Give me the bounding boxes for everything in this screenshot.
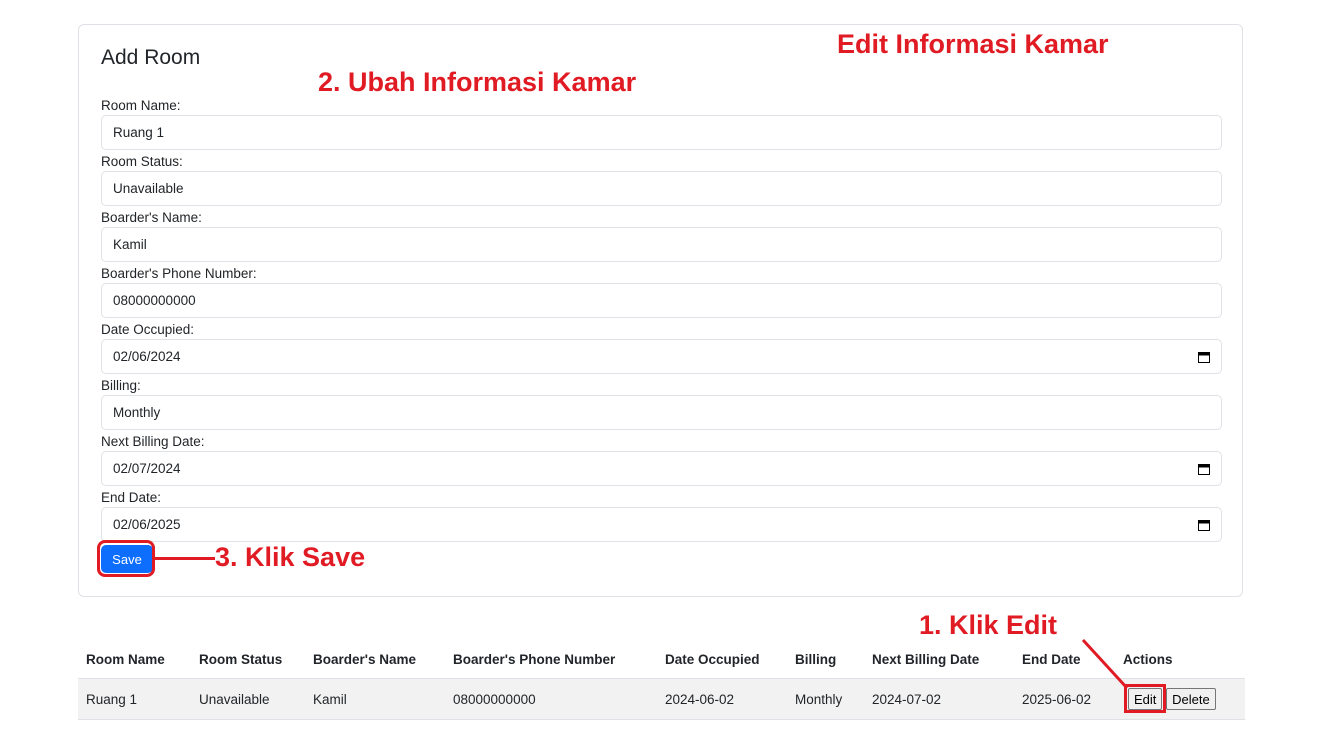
room-name-label: Room Name: <box>101 98 181 113</box>
page: Add Room Room Name: Ruang 1 Room Status:… <box>0 0 1321 732</box>
table-row: Ruang 1 Unavailable Kamil 08000000000 20… <box>78 678 1245 720</box>
boarder-phone-value: 08000000000 <box>113 293 196 308</box>
delete-button[interactable]: Delete <box>1166 688 1216 710</box>
boarder-name-input[interactable]: Kamil <box>101 227 1222 262</box>
calendar-icon[interactable] <box>1198 519 1210 531</box>
cell-room-status: Unavailable <box>191 678 305 720</box>
col-boarder-name: Boarder's Name <box>305 641 445 679</box>
date-occupied-input[interactable]: 02/06/2024 <box>101 339 1222 374</box>
annotation-step2: 2. Ubah Informasi Kamar <box>318 67 637 97</box>
col-room-name: Room Name <box>78 641 191 679</box>
cell-billing: Monthly <box>787 678 864 720</box>
annotation-save-highlight <box>97 540 155 577</box>
col-boarder-phone: Boarder's Phone Number <box>445 641 657 679</box>
cell-boarder-phone: 08000000000 <box>445 678 657 720</box>
col-next-billing-date: Next Billing Date <box>864 641 1014 679</box>
end-date-value: 02/06/2025 <box>113 517 181 532</box>
calendar-icon[interactable] <box>1198 351 1210 363</box>
billing-input[interactable]: Monthly <box>101 395 1222 430</box>
boarder-phone-label: Boarder's Phone Number: <box>101 266 257 281</box>
end-date-input[interactable]: 02/06/2025 <box>101 507 1222 542</box>
end-date-label: End Date: <box>101 490 162 505</box>
cell-room-name: Ruang 1 <box>78 678 191 720</box>
room-status-input[interactable]: Unavailable <box>101 171 1222 206</box>
boarder-name-value: Kamil <box>113 237 147 252</box>
billing-value: Monthly <box>113 405 161 420</box>
annotation-heading: Edit Informasi Kamar <box>837 29 1109 59</box>
annotation-step1: 1. Klik Edit <box>919 610 1058 640</box>
annotation-edit-connector <box>1081 638 1129 690</box>
form-title: Add Room <box>101 46 201 69</box>
billing-label: Billing: <box>101 378 141 393</box>
next-billing-date-label: Next Billing Date: <box>101 434 205 449</box>
room-name-input[interactable]: Ruang 1 <box>101 115 1222 150</box>
room-status-value: Unavailable <box>113 181 184 196</box>
col-room-status: Room Status <box>191 641 305 679</box>
boarder-phone-input[interactable]: 08000000000 <box>101 283 1222 318</box>
col-date-occupied: Date Occupied <box>657 641 787 679</box>
calendar-icon[interactable] <box>1198 463 1210 475</box>
rooms-table: Room Name Room Status Boarder's Name Boa… <box>78 641 1245 720</box>
table-header-row: Room Name Room Status Boarder's Name Boa… <box>78 641 1245 679</box>
cell-next-billing-date: 2024-07-02 <box>864 678 1014 720</box>
next-billing-date-value: 02/07/2024 <box>113 461 181 476</box>
annotation-edit-highlight <box>1124 684 1166 713</box>
date-occupied-value: 02/06/2024 <box>113 349 181 364</box>
cell-boarder-name: Kamil <box>305 678 445 720</box>
date-occupied-label: Date Occupied: <box>101 322 195 337</box>
room-status-label: Room Status: <box>101 154 183 169</box>
annotation-save-connector <box>155 557 215 560</box>
annotation-step3: 3. Klik Save <box>215 542 366 572</box>
cell-date-occupied: 2024-06-02 <box>657 678 787 720</box>
add-room-card: Add Room Room Name: Ruang 1 Room Status:… <box>78 24 1243 597</box>
col-billing: Billing <box>787 641 864 679</box>
boarder-name-label: Boarder's Name: <box>101 210 202 225</box>
room-name-value: Ruang 1 <box>113 125 165 140</box>
next-billing-date-input[interactable]: 02/07/2024 <box>101 451 1222 486</box>
